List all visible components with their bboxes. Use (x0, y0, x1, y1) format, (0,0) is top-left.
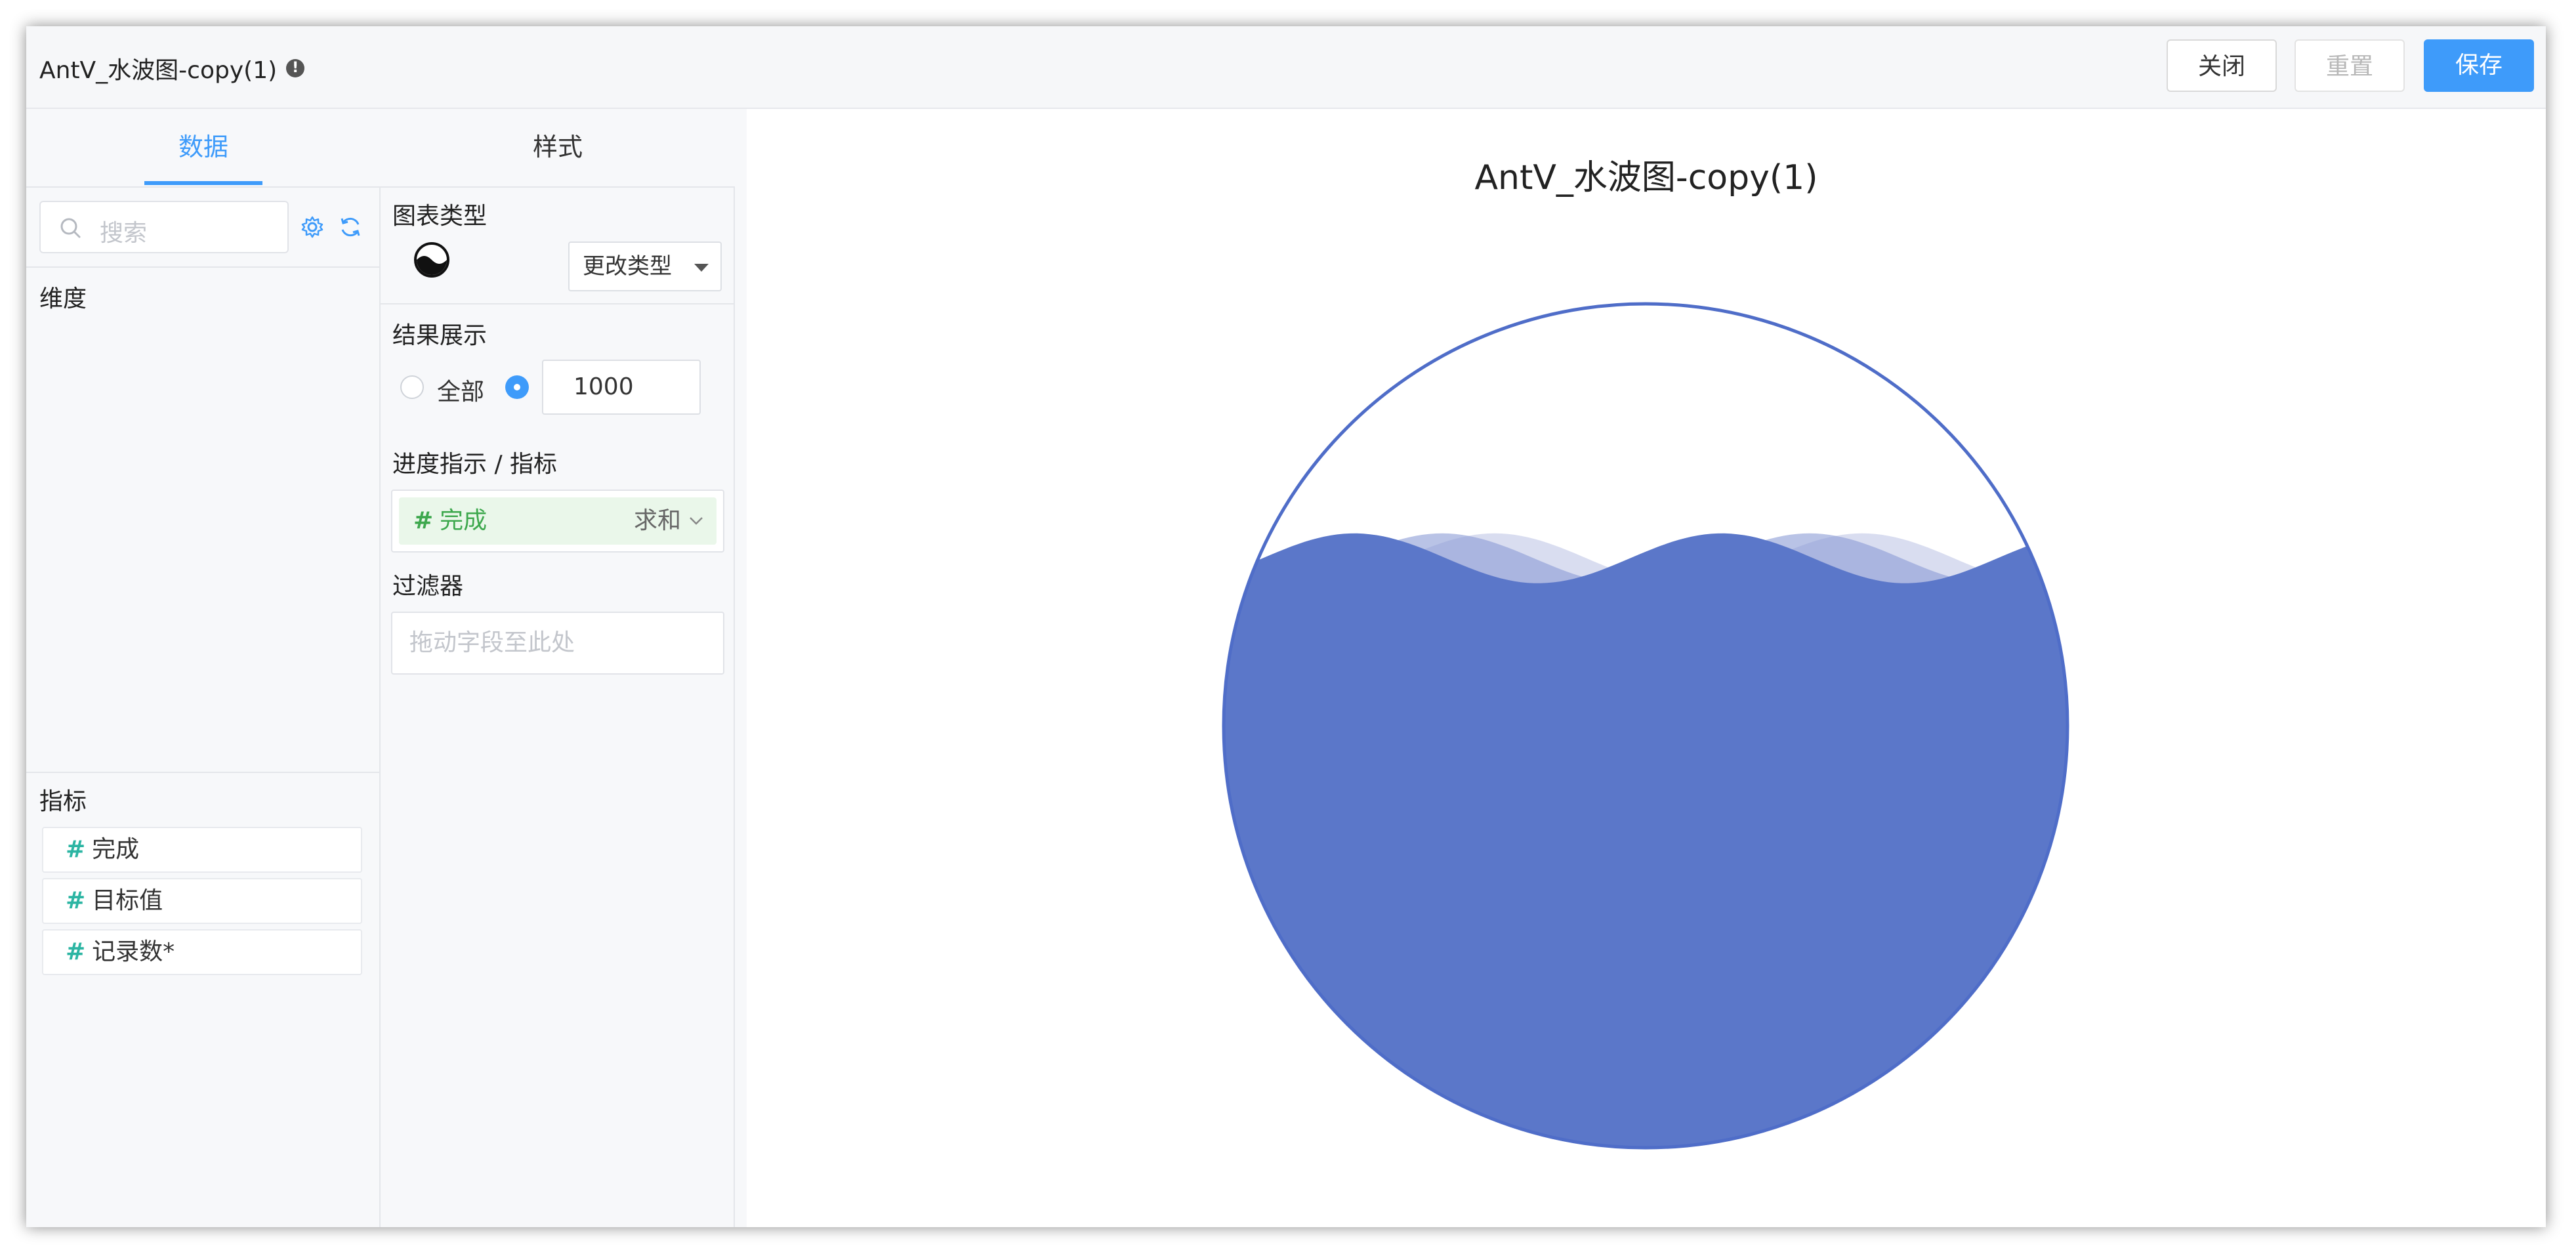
config-column: 图表类型 更改类型 结果展示 全部 1000 进度指示 / 指标 #完成 求和 (381, 188, 735, 1227)
info-icon[interactable]: ! (286, 59, 305, 77)
liquid-chart[interactable] (1219, 299, 2072, 1152)
filter-dropzone[interactable]: 拖动字段至此处 (391, 612, 724, 675)
metric-field[interactable]: # 目标值 (42, 878, 362, 924)
number-field-icon: # (66, 836, 86, 863)
metric-field-label: 完成 (92, 836, 140, 863)
chevron-down-icon[interactable] (688, 512, 705, 529)
result-all-label: 全部 (437, 379, 485, 406)
progress-metric-dropzone[interactable]: # 完成 求和 (391, 490, 724, 553)
metric-field-label: 目标值 (92, 887, 163, 914)
dimensions-label: 维度 (39, 285, 87, 312)
page-title-text: AntV_水波图-copy(1) (39, 57, 278, 84)
active-tab-indicator (144, 181, 262, 185)
chart-canvas-area: AntV_水波图-copy(1) (735, 109, 2546, 1227)
search-icon (60, 218, 81, 238)
header-bar: AntV_水波图-copy(1) ! 关闭 重置 保存 (26, 26, 2546, 109)
metric-field[interactable]: # 记录数* (42, 929, 362, 975)
search-placeholder: 搜索 (100, 220, 148, 247)
progress-metric-pill[interactable]: # 完成 求和 (399, 497, 717, 545)
fields-column: 搜索 维度 指标 # 完成 # 目标值 # 记录数* (26, 188, 381, 1227)
progress-metric-field: 完成 (440, 507, 488, 534)
result-limit-input[interactable]: 1000 (542, 360, 701, 415)
filter-label: 过滤器 (392, 573, 464, 600)
reset-button[interactable]: 重置 (2295, 39, 2405, 92)
number-field-icon: # (66, 887, 86, 914)
left-panel: 数据 样式 搜索 维度 指标 # 完成 # 目标值 # 记录数* 图表类型 更改… (26, 109, 735, 1227)
liquid-wave-front (1224, 533, 2067, 1148)
liquid-chart-icon[interactable] (413, 241, 450, 278)
number-field-icon: # (413, 507, 434, 534)
editor-window: AntV_水波图-copy(1) ! 关闭 重置 保存 数据 样式 搜索 维度 … (26, 26, 2546, 1227)
divider (381, 303, 734, 304)
change-type-label: 更改类型 (583, 253, 672, 280)
search-input[interactable]: 搜索 (39, 201, 289, 253)
chart-type-label: 图表类型 (392, 203, 488, 230)
metrics-label: 指标 (39, 788, 87, 815)
divider (26, 266, 379, 268)
refresh-icon[interactable] (339, 215, 362, 239)
result-limit-radio[interactable] (505, 375, 529, 399)
progress-metric-name: # 完成 (413, 497, 487, 545)
progress-metric-label: 进度指示 / 指标 (392, 451, 558, 478)
result-all-radio[interactable] (400, 375, 424, 399)
metric-field[interactable]: # 完成 (42, 827, 362, 873)
tab-data[interactable]: 数据 (26, 109, 381, 185)
save-button[interactable]: 保存 (2424, 39, 2534, 92)
aggregation-label[interactable]: 求和 (634, 497, 681, 545)
tab-style[interactable]: 样式 (381, 109, 735, 185)
metric-field-label: 记录数* (92, 938, 175, 965)
chart-title: AntV_水波图-copy(1) (1474, 158, 1818, 198)
panel-tabs: 数据 样式 (26, 109, 735, 188)
settings-icon[interactable] (301, 215, 324, 239)
close-button[interactable]: 关闭 (2167, 39, 2277, 92)
chart-canvas: AntV_水波图-copy(1) (747, 109, 2546, 1227)
page-title: AntV_水波图-copy(1) ! (39, 51, 305, 85)
divider (26, 772, 379, 773)
caret-down-icon (694, 264, 709, 272)
change-type-dropdown[interactable]: 更改类型 (568, 241, 722, 291)
result-label: 结果展示 (392, 322, 488, 349)
number-field-icon: # (66, 938, 86, 965)
